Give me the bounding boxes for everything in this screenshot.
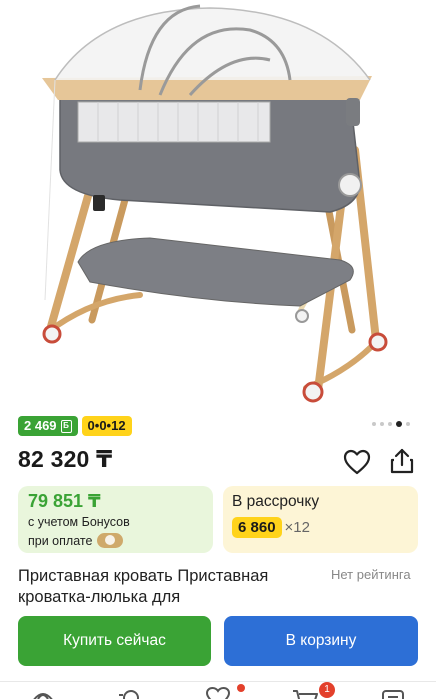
product-rating[interactable]: Нет рейтинга (331, 567, 411, 582)
favorites-dot (237, 684, 245, 692)
payment-logo-icon (97, 533, 124, 548)
gallery-dot[interactable] (380, 422, 384, 426)
promo-badges: 2 469 Б 0•0•12 (18, 416, 132, 436)
bonus-badge-value: 2 469 (24, 418, 57, 433)
installment-badge: 0•0•12 (81, 416, 132, 436)
installment-amount: 6 860 (232, 517, 282, 538)
buy-now-button[interactable]: Купить сейчас (18, 616, 211, 666)
cart-icon[interactable] (292, 687, 318, 699)
bonus-note-text: при оплате (28, 533, 93, 548)
gallery-dot[interactable] (406, 422, 410, 426)
bonus-price-card[interactable]: 79 851 ₸ с учетом Бонусов при оплате (18, 486, 213, 553)
product-title: Приставная кровать Приставная кроватка-л… (18, 567, 269, 606)
bottom-navigation: 1 (0, 681, 436, 699)
installment-row: 6 860 ×12 (232, 517, 310, 538)
cart-count-badge: 1 (319, 682, 335, 698)
search-icon[interactable] (117, 687, 143, 699)
bonus-badge: 2 469 Б (18, 416, 78, 436)
home-icon[interactable] (30, 687, 56, 699)
share-icon[interactable] (388, 447, 416, 475)
installment-card[interactable]: В рассрочку 6 860 ×12 (223, 486, 418, 553)
product-price: 82 320 ₸ (18, 446, 113, 472)
bonus-coin-icon: Б (60, 419, 72, 433)
favorites-icon[interactable] (205, 687, 231, 699)
gallery-dot-active[interactable] (396, 421, 402, 427)
gallery-dot[interactable] (372, 422, 376, 426)
crib-illustration (42, 4, 388, 403)
gallery-dot[interactable] (388, 422, 392, 426)
bonus-note-line1: с учетом Бонусов (28, 515, 130, 529)
menu-icon[interactable] (380, 687, 406, 699)
installment-months: ×12 (284, 519, 310, 536)
installment-title: В рассрочку (232, 493, 320, 510)
product-image[interactable] (0, 0, 436, 410)
bonus-price: 79 851 ₸ (28, 491, 101, 511)
add-to-cart-button[interactable]: В корзину (224, 616, 418, 666)
bonus-note-line2: при оплате (28, 533, 124, 548)
gallery-indicator[interactable] (372, 421, 410, 427)
heart-icon[interactable] (343, 449, 371, 475)
